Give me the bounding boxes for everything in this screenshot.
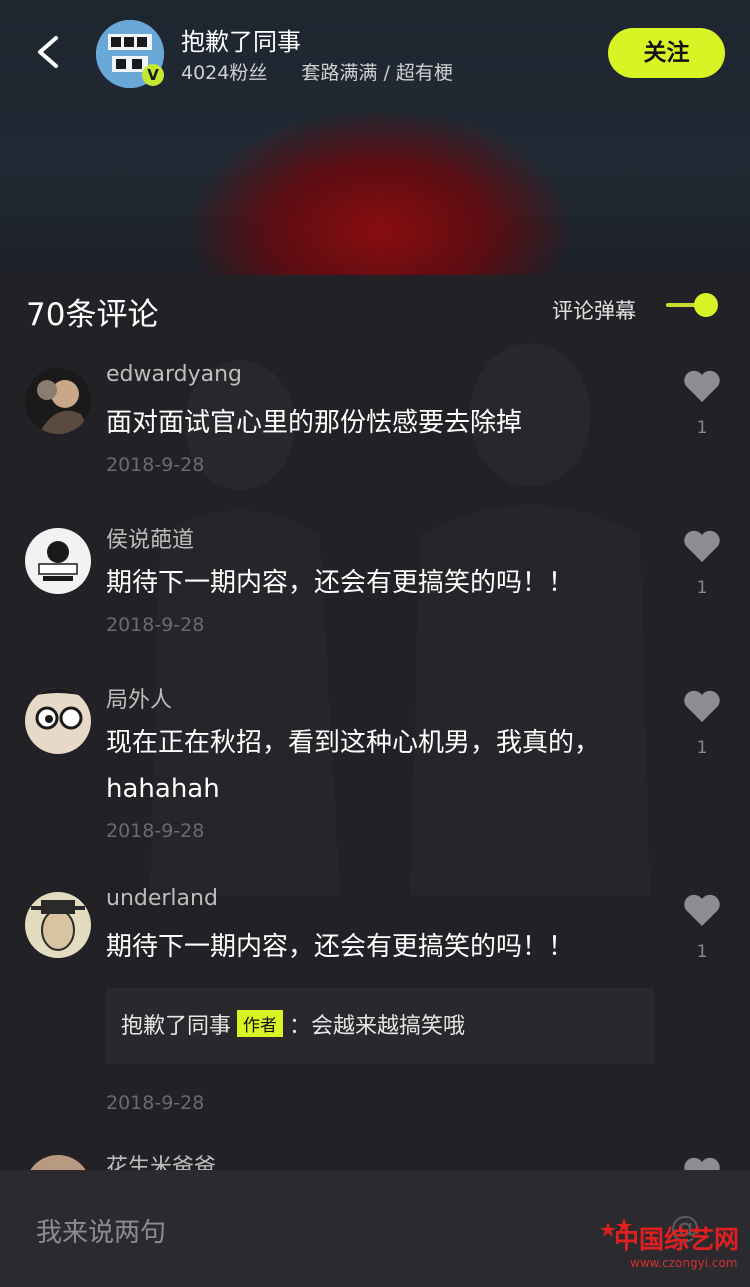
danmu-toggle-label: 评论弹幕 — [552, 299, 636, 323]
account-name[interactable]: 抱歉了同事 — [181, 22, 301, 57]
user-avatar[interactable] — [25, 688, 91, 754]
comment-text: 期待下一期内容，还会有更搞笑的吗！！ — [106, 568, 575, 598]
comment-input[interactable]: 我来说两句 — [36, 1212, 166, 1249]
toggle-knob — [694, 293, 718, 317]
watermark: 中国综艺网 www.czongyi.com — [600, 1216, 740, 1278]
comment-text: 期待下一期内容，还会有更搞笑的吗！！ — [106, 932, 575, 962]
follow-button[interactable]: 关注 — [608, 28, 725, 78]
watermark-text: 中国综艺网 — [614, 1225, 740, 1254]
heart-icon[interactable] — [682, 528, 722, 564]
reply-text: 会越来越搞笑哦 — [311, 1014, 466, 1039]
user-avatar[interactable] — [25, 368, 91, 434]
comment-username[interactable]: edwardyang — [106, 362, 242, 387]
comment-date: 2018-9-28 — [106, 1092, 205, 1114]
user-avatar[interactable] — [25, 892, 91, 958]
like-count: 1 — [696, 942, 708, 962]
watermark-url: www.czongyi.com — [630, 1256, 738, 1270]
danmu-toggle[interactable] — [666, 291, 720, 319]
author-badge: 作者 — [237, 1010, 284, 1037]
comment-count: 70条评论 — [26, 297, 159, 333]
heart-icon[interactable] — [682, 688, 722, 724]
heart-icon[interactable] — [682, 1155, 722, 1170]
account-description: 套路满满 / 超有梗 — [301, 62, 453, 84]
back-arrow-icon[interactable] — [30, 30, 70, 74]
comment-username[interactable]: 花生米爸爸 — [106, 1149, 216, 1170]
comment-date: 2018-9-28 — [106, 614, 205, 636]
comment-username[interactable]: 侯说葩道 — [106, 522, 194, 554]
reply-author[interactable]: 抱歉了同事 — [121, 1014, 231, 1039]
reply-line: 抱歉了同事 作者 ：会越来越搞笑哦 — [121, 1008, 465, 1040]
verified-badge-icon: V — [142, 64, 164, 86]
author-reply: 抱歉了同事 作者 ：会越来越搞笑哦 — [106, 988, 654, 1064]
heart-icon[interactable] — [682, 368, 722, 404]
comment-text: 现在正在秋招，看到这种心机男，我真的，hahahah — [106, 728, 601, 804]
comment-date: 2018-9-28 — [106, 820, 205, 842]
comments-panel: 70条评论 评论弹幕 edwardyang 面对面试官心里的那份怯感要去除掉 2… — [0, 275, 750, 1170]
like-count: 1 — [696, 418, 708, 438]
video-backdrop — [190, 110, 570, 275]
comment-date: 2018-9-28 — [106, 454, 205, 476]
like-count: 1 — [696, 578, 708, 598]
user-avatar[interactable] — [25, 1155, 91, 1170]
comment-username[interactable]: 局外人 — [106, 682, 172, 714]
comment-username[interactable]: underland — [106, 886, 218, 911]
user-avatar[interactable] — [25, 528, 91, 594]
like-count: 1 — [696, 738, 708, 758]
heart-icon[interactable] — [682, 892, 722, 928]
fans-count: 4024粉丝 — [181, 62, 268, 84]
comment-text: 面对面试官心里的那份怯感要去除掉 — [106, 408, 523, 438]
account-meta: 4024粉丝 套路满满 / 超有梗 — [181, 58, 453, 85]
